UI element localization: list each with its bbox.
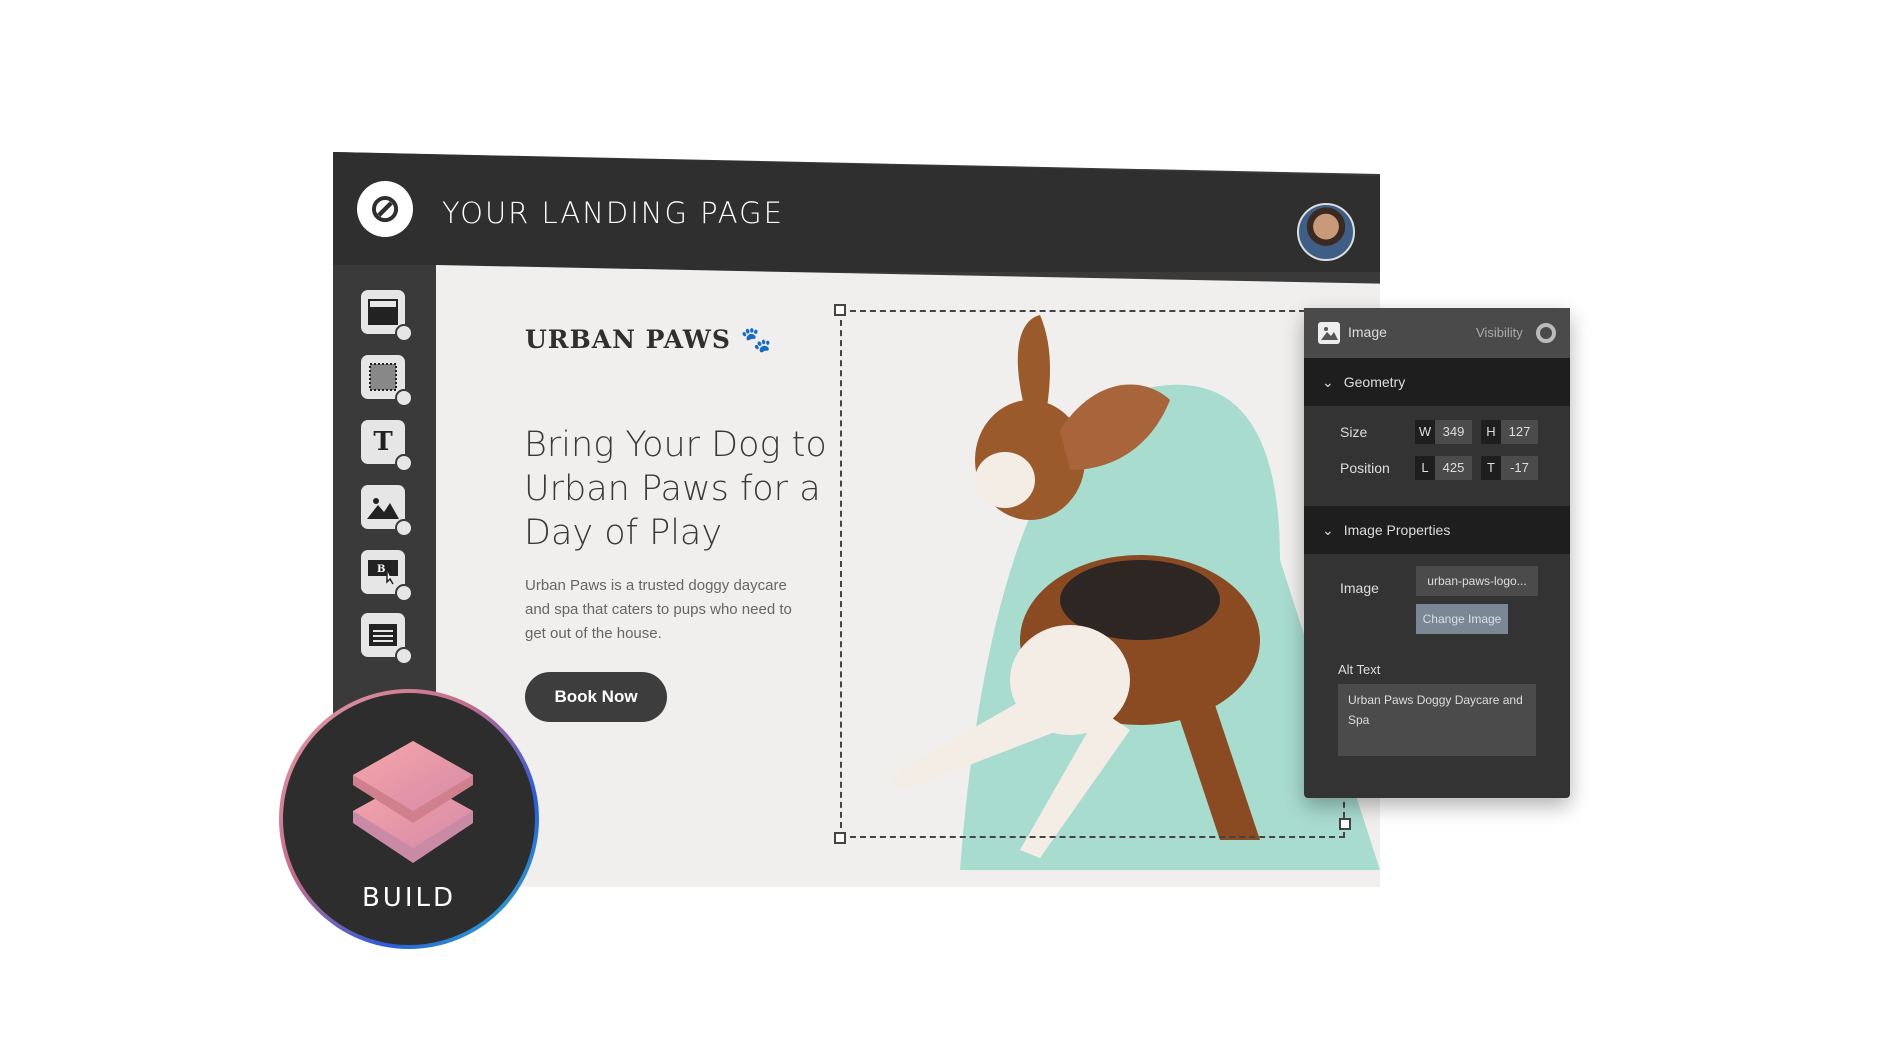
image-file-field[interactable]: urban-paws-logo...: [1416, 566, 1538, 596]
form-icon: [369, 624, 397, 646]
h-tag: H: [1481, 420, 1501, 444]
section-icon: [368, 299, 398, 325]
change-image-button[interactable]: Change Image: [1416, 604, 1508, 634]
image-properties-fields: Image urban-paws-logo... Change Image Al…: [1304, 554, 1570, 794]
chevron-down-icon: ⌄: [1322, 521, 1334, 538]
text-tool-button[interactable]: T: [361, 420, 413, 472]
box-icon: [369, 363, 397, 391]
button-tool-button[interactable]: B: [361, 550, 413, 602]
chevron-down-icon: ⌄: [1322, 373, 1334, 390]
panel-title: Image: [1348, 324, 1387, 340]
size-label: Size: [1340, 424, 1368, 440]
alt-text-input[interactable]: Urban Paws Doggy Daycare and Spa: [1338, 684, 1536, 756]
geometry-label: Geometry: [1343, 374, 1406, 390]
body-text: Urban Paws is a trusted doggy daycare an…: [525, 577, 792, 642]
image-icon: [367, 498, 399, 519]
panel-header: Image Visibility: [1304, 308, 1570, 358]
geometry-section-toggle[interactable]: ⌄ Geometry: [1304, 358, 1570, 406]
brand-logo: URBAN PAWS 🐾: [525, 325, 773, 355]
avatar[interactable]: [1297, 203, 1355, 261]
brand-name: URBAN PAWS: [525, 325, 731, 354]
box-tool-button[interactable]: [361, 355, 413, 407]
headline: Bring Your Dog to Urban Paws for a Day o…: [524, 425, 827, 553]
image-properties-label: Image Properties: [1343, 522, 1451, 538]
top-input[interactable]: -17: [1501, 456, 1538, 480]
eye-icon[interactable]: [1536, 323, 1556, 343]
unbounce-logo-icon[interactable]: ⊘: [357, 181, 413, 237]
left-input[interactable]: 425: [1435, 456, 1472, 480]
image-tool-button[interactable]: [361, 485, 413, 537]
width-input[interactable]: 349: [1435, 420, 1472, 444]
svg-text:B: B: [377, 564, 385, 575]
book-now-button[interactable]: Book Now: [525, 672, 667, 722]
build-label: BUILD: [361, 883, 457, 913]
properties-panel: Image Visibility ⌄ Geometry Size W 349 H …: [1304, 308, 1570, 798]
text-icon: T: [373, 427, 393, 457]
image-properties-section-toggle[interactable]: ⌄ Image Properties: [1304, 506, 1570, 554]
height-input[interactable]: 127: [1501, 420, 1538, 444]
visibility-label: Visibility: [1476, 325, 1523, 340]
t-tag: T: [1481, 456, 1501, 480]
resize-handle-bl[interactable]: [834, 832, 846, 844]
l-tag: L: [1415, 456, 1435, 480]
resize-handle-tl[interactable]: [834, 304, 846, 316]
resize-handle-br[interactable]: [1339, 818, 1351, 830]
form-tool-button[interactable]: [361, 613, 413, 665]
image-icon: [1318, 322, 1340, 344]
w-tag: W: [1415, 420, 1435, 444]
paw-icon: 🐾: [740, 325, 773, 354]
button-icon: B: [368, 560, 398, 585]
alt-text-label: Alt Text: [1338, 662, 1381, 677]
geometry-fields: Size W 349 H 127 Position L 425 T -17: [1304, 406, 1570, 506]
section-tool-button[interactable]: [361, 290, 413, 342]
page-title: YOUR LANDING PAGE: [442, 196, 784, 230]
image-label: Image: [1340, 580, 1379, 596]
selection-frame: [840, 310, 1345, 838]
layers-icon: [353, 741, 473, 863]
position-label: Position: [1340, 460, 1390, 476]
build-badge: BUILD: [279, 689, 539, 949]
